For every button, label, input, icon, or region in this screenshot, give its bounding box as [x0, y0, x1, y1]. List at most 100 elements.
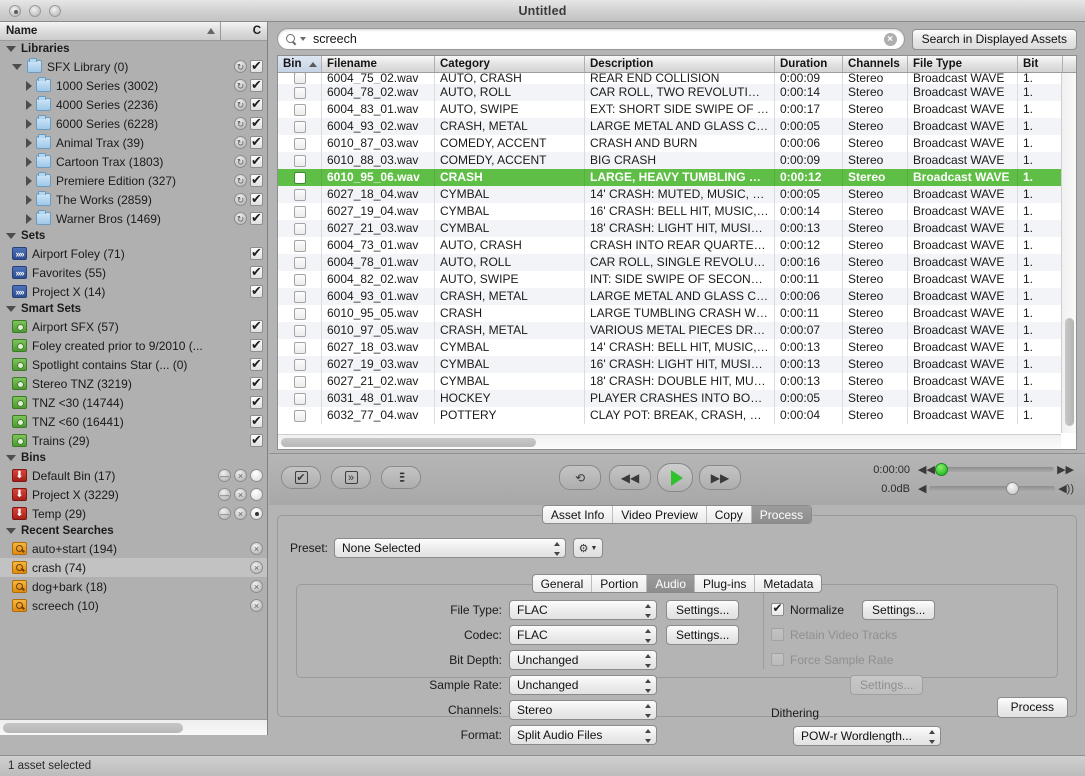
row-checkbox[interactable] — [294, 155, 306, 167]
table-row[interactable]: 6010_95_05.wavCRASHLARGE TUMBLING CRASH … — [278, 305, 1076, 322]
sidebar-group-libraries[interactable]: Libraries — [0, 41, 267, 57]
sidebar-item-default-bin[interactable]: Default Bin (17)—× — [0, 466, 267, 485]
collapse-icon[interactable]: — — [218, 507, 231, 520]
select-channels[interactable]: Stereo — [509, 700, 657, 720]
refresh-icon[interactable]: ↻ — [234, 136, 247, 149]
row-checkbox[interactable] — [294, 223, 306, 235]
row-checkbox[interactable] — [294, 257, 306, 269]
table-row[interactable]: 6004_75_02.wavAUTO, CRASHREAR END COLLIS… — [278, 73, 1076, 84]
sidebar-item-airport-sfx[interactable]: Airport SFX (57) — [0, 317, 267, 336]
subtab-audio[interactable]: Audio — [647, 575, 695, 592]
sidebar-item-spotlight-contains-star[interactable]: Spotlight contains Star (... (0) — [0, 355, 267, 374]
column-header-category[interactable]: Category — [435, 56, 585, 72]
visibility-checkbox[interactable] — [250, 434, 263, 447]
close-icon[interactable]: × — [234, 488, 247, 501]
cell-bin[interactable] — [278, 203, 322, 220]
column-header-description[interactable]: Description — [585, 56, 775, 72]
row-checkbox[interactable] — [294, 240, 306, 252]
table-row[interactable]: 6004_93_02.wavCRASH, METALLARGE METAL AN… — [278, 118, 1076, 135]
collapse-icon[interactable]: — — [218, 488, 231, 501]
sidebar-item-project-x[interactable]: »»Project X (14) — [0, 282, 267, 301]
cell-bin[interactable] — [278, 135, 322, 152]
table-row[interactable]: 6010_88_03.wavCOMEDY, ACCENTBIG CRASH0:0… — [278, 152, 1076, 169]
row-checkbox[interactable] — [294, 308, 306, 320]
disclosure-triangle-icon[interactable] — [6, 46, 16, 52]
scrub-slider-knob[interactable] — [935, 463, 948, 476]
scrollbar-thumb[interactable] — [1065, 318, 1074, 426]
close-icon[interactable]: × — [250, 580, 263, 593]
visibility-checkbox[interactable] — [250, 79, 263, 92]
sidebar-item-tnz-60[interactable]: TNZ <60 (16441) — [0, 412, 267, 431]
visibility-checkbox[interactable] — [250, 117, 263, 130]
disclosure-triangle-icon[interactable] — [6, 306, 16, 312]
visibility-checkbox[interactable] — [250, 396, 263, 409]
refresh-icon[interactable]: ↻ — [234, 79, 247, 92]
subtab-metadata[interactable]: Metadata — [755, 575, 821, 592]
disclosure-triangle-collapsed-icon[interactable] — [26, 214, 32, 224]
visibility-checkbox[interactable] — [250, 155, 263, 168]
cell-bin[interactable] — [278, 84, 322, 101]
volume-min-icon[interactable]: ◀ — [915, 482, 929, 495]
disclosure-triangle-expanded-icon[interactable] — [12, 64, 22, 70]
visibility-checkbox[interactable] — [250, 377, 263, 390]
cell-bin[interactable] — [278, 356, 322, 373]
sidebar-item-project-x[interactable]: Project X (3229)—× — [0, 485, 267, 504]
disclosure-triangle-icon[interactable] — [6, 455, 16, 461]
visibility-checkbox[interactable] — [250, 98, 263, 111]
row-checkbox[interactable] — [294, 291, 306, 303]
cell-bin[interactable] — [278, 288, 322, 305]
refresh-icon[interactable]: ↻ — [234, 98, 247, 111]
refresh-icon[interactable]: ↻ — [234, 155, 247, 168]
main-tabs[interactable]: Asset InfoVideo PreviewCopyProcess — [269, 505, 1085, 526]
table-row[interactable]: 6031_48_01.wavHOCKEYPLAYER CRASHES INTO … — [278, 390, 1076, 407]
table-vertical-scrollbar[interactable] — [1061, 73, 1076, 433]
loop-button[interactable]: ⟲ — [559, 465, 601, 490]
row-checkbox[interactable] — [294, 138, 306, 150]
refresh-icon[interactable]: ↻ — [234, 60, 247, 73]
visibility-checkbox[interactable] — [250, 266, 263, 279]
visibility-checkbox[interactable] — [250, 60, 263, 73]
row-checkbox[interactable] — [294, 376, 306, 388]
table-row[interactable]: 6004_82_02.wavAUTO, SWIPEINT: SIDE SWIPE… — [278, 271, 1076, 288]
sidebar-item-sfx-library[interactable]: SFX Library (0)↻ — [0, 57, 267, 76]
refresh-icon[interactable]: ↻ — [234, 212, 247, 225]
asset-table[interactable]: BinFilenameCategoryDescriptionDurationCh… — [277, 55, 1077, 450]
disclosure-triangle-collapsed-icon[interactable] — [26, 195, 32, 205]
sidebar-item-crash[interactable]: crash (74)× — [0, 558, 267, 577]
window-resize-handle[interactable] — [1070, 761, 1085, 776]
visibility-checkbox[interactable] — [250, 193, 263, 206]
cell-bin[interactable] — [278, 73, 322, 84]
sidebar-item-warner-bros[interactable]: Warner Bros (1469)↻ — [0, 209, 267, 228]
sidebar-item-1000-series[interactable]: 1000 Series (3002)↻ — [0, 76, 267, 95]
visibility-checkbox[interactable] — [250, 136, 263, 149]
sidebar-item-tnz-30[interactable]: TNZ <30 (14744) — [0, 393, 267, 412]
table-row[interactable]: 6004_83_01.wavAUTO, SWIPEEXT: SHORT SIDE… — [278, 101, 1076, 118]
disclosure-triangle-collapsed-icon[interactable] — [26, 100, 32, 110]
column-header-channels[interactable]: Channels — [843, 56, 908, 72]
cell-bin[interactable] — [278, 254, 322, 271]
visibility-checkbox[interactable] — [250, 247, 263, 260]
visibility-checkbox[interactable] — [250, 285, 263, 298]
search-input[interactable]: screech × — [277, 28, 905, 50]
column-header-filename[interactable]: Filename — [322, 56, 435, 72]
volume-slider[interactable] — [929, 486, 1055, 491]
column-header-bin[interactable]: Bin — [278, 56, 322, 72]
close-icon[interactable]: × — [234, 507, 247, 520]
sidebar-group-sets[interactable]: Sets — [0, 228, 267, 244]
close-icon[interactable]: × — [250, 561, 263, 574]
visibility-checkbox[interactable] — [250, 415, 263, 428]
sidebar-name-column-header[interactable]: Name — [0, 25, 37, 37]
disclosure-triangle-icon[interactable] — [6, 233, 16, 239]
cell-bin[interactable] — [278, 407, 322, 424]
sidebar-group-recent-searches[interactable]: Recent Searches — [0, 523, 267, 539]
rewind-button[interactable]: ◀◀ — [609, 465, 651, 490]
settings-button[interactable]: Settings... — [666, 600, 739, 620]
row-checkbox[interactable] — [294, 359, 306, 371]
close-icon[interactable]: × — [250, 542, 263, 555]
refresh-icon[interactable]: ↻ — [234, 193, 247, 206]
sidebar-group-smart-sets[interactable]: Smart Sets — [0, 301, 267, 317]
row-checkbox[interactable] — [294, 172, 306, 184]
refresh-icon[interactable]: ↻ — [234, 174, 247, 187]
sidebar-item-4000-series[interactable]: 4000 Series (2236)↻ — [0, 95, 267, 114]
select-sample-rate[interactable]: Unchanged — [509, 675, 657, 695]
